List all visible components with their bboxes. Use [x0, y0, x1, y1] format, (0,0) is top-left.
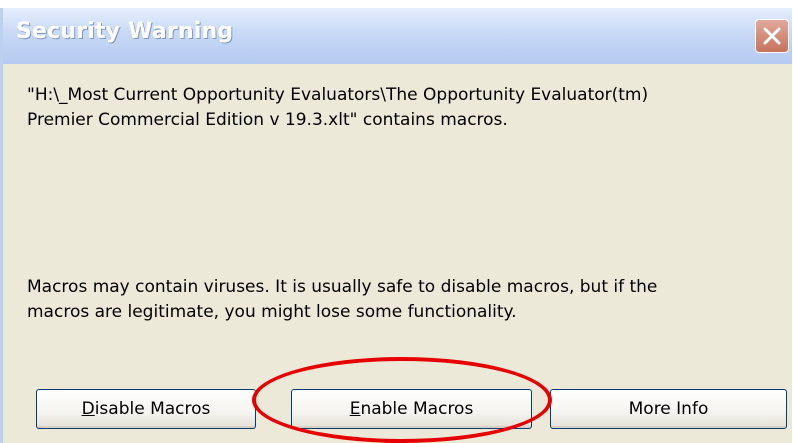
title-bar[interactable]: Security Warning: [3, 8, 792, 64]
enable-macros-label: nable Macros: [360, 399, 474, 419]
file-macro-notice: "H:\_Most Current Opportunity Evaluators…: [27, 85, 649, 130]
disable-macros-label: isable Macros: [94, 399, 211, 419]
close-x-icon: [763, 27, 781, 45]
more-info-button[interactable]: More Info: [550, 389, 787, 429]
close-button[interactable]: [755, 19, 789, 53]
enable-macros-accelerator: E: [349, 399, 361, 419]
disable-macros-button[interactable]: Disable Macros: [36, 389, 256, 429]
dialog-title: Security Warning: [16, 19, 234, 44]
disable-macros-accelerator: D: [81, 399, 95, 419]
enable-macros-button[interactable]: Enable Macros: [291, 389, 532, 429]
more-info-label: More Info: [628, 399, 709, 419]
macro-virus-warning: Macros may contain viruses. It is usuall…: [27, 277, 658, 322]
security-warning-dialog: Security Warning "H:\_Most Current Oppor…: [0, 8, 792, 443]
